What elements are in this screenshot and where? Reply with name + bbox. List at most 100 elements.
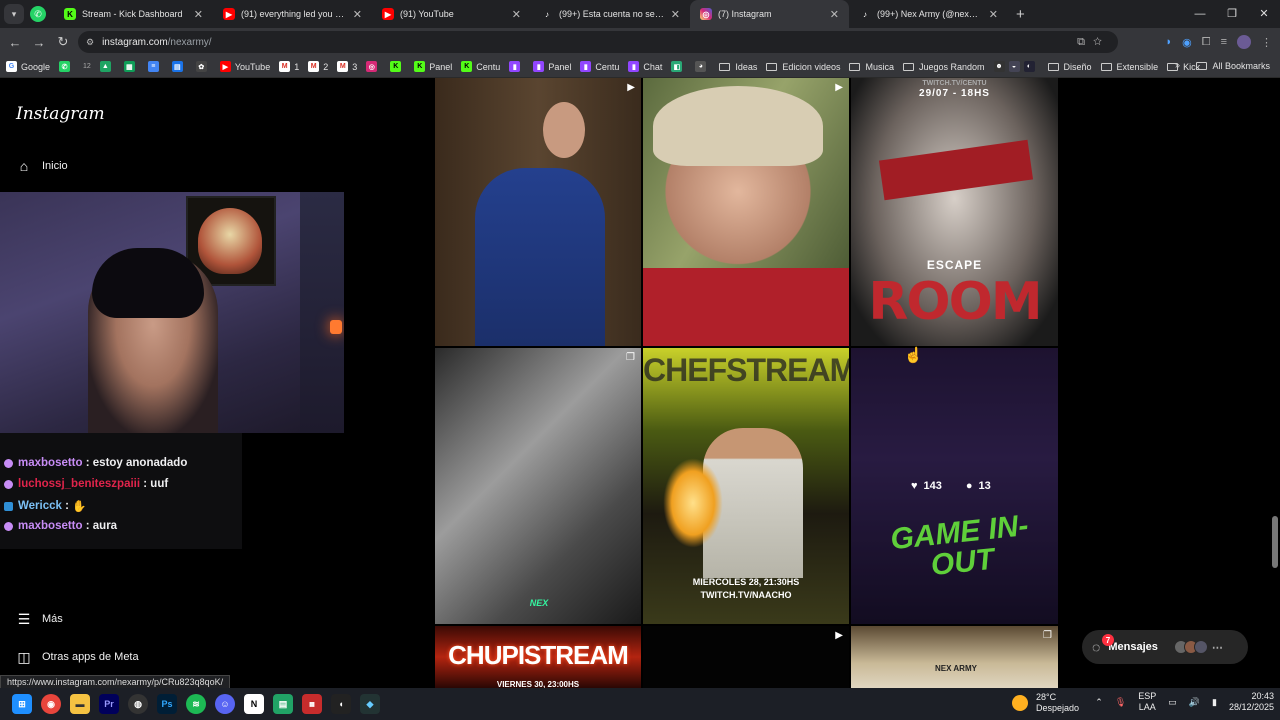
bookmark-whatsapp[interactable]: ✆: [59, 61, 74, 72]
chrome-icon[interactable]: ◉: [41, 694, 61, 714]
bookmark-docs[interactable]: ≡: [147, 61, 163, 72]
bookmark-panel-1[interactable]: K Panel: [414, 61, 452, 72]
bookmark-kick[interactable]: K: [390, 61, 405, 72]
menu-icon[interactable]: ⋮: [1261, 36, 1272, 49]
reload-icon[interactable]: ↻: [51, 34, 75, 50]
restore-icon[interactable]: ❐: [1216, 0, 1248, 28]
post-tile[interactable]: NEX ARMY ❐: [851, 626, 1058, 688]
app-icon[interactable]: ◆: [360, 694, 380, 714]
tab-youtube-video[interactable]: ▶ (91) everything led you here - Y✕: [213, 0, 372, 28]
scrollbar-thumb[interactable]: [1272, 516, 1278, 568]
bookmark-12[interactable]: 12: [83, 63, 91, 70]
spotify-icon[interactable]: ≋: [186, 694, 206, 714]
bookmark-instagram[interactable]: ◎: [366, 61, 381, 72]
tab-kick-dashboard[interactable]: K Stream - Kick Dashboard ✕: [54, 0, 213, 28]
close-icon[interactable]: ✕: [989, 8, 998, 21]
address-bar[interactable]: ⚙ instagram.com/nexarmy/ ⧉☆: [78, 31, 1118, 53]
weather-widget[interactable]: 28°C Despejado: [1012, 692, 1079, 714]
bookmark-google[interactable]: G Google: [6, 61, 50, 72]
close-icon[interactable]: ✕: [830, 8, 839, 21]
more-bookmarks-icon[interactable]: »: [1175, 60, 1180, 70]
obs-icon[interactable]: ◍: [128, 694, 148, 714]
post-tile[interactable]: ▶: [643, 78, 849, 346]
minimize-icon[interactable]: —: [1184, 0, 1216, 28]
home-icon: ⌂: [19, 158, 29, 174]
battery-icon[interactable]: ▮: [1212, 697, 1217, 708]
bookmark-drive[interactable]: ▲: [99, 61, 115, 72]
forward-icon[interactable]: →: [27, 35, 51, 50]
media-icon[interactable]: ≡: [1221, 36, 1227, 48]
discord-icon[interactable]: ☺: [215, 694, 235, 714]
all-bookmarks[interactable]: All Bookmarks: [1196, 61, 1270, 71]
tab-youtube[interactable]: ▶ (91) YouTube ✕: [372, 0, 531, 28]
bookmark-misc[interactable]: ☻ ◒ ◐: [993, 61, 1039, 72]
close-window-icon[interactable]: ✕: [1248, 0, 1280, 28]
premiere-icon[interactable]: Pr: [99, 694, 119, 714]
bookmark-gmail-3[interactable]: M3: [337, 61, 357, 72]
extension-icon[interactable]: ◗: [1166, 36, 1173, 48]
capcut-icon[interactable]: ◖: [331, 694, 351, 714]
file-explorer-icon[interactable]: ▬: [70, 694, 90, 714]
nav-inicio[interactable]: ⌂ Inicio: [16, 158, 68, 174]
messages-button[interactable]: ◌ 7 Mensajes ⋯: [1082, 630, 1248, 664]
bookmark-star-icon[interactable]: ⧉☆: [1077, 36, 1110, 49]
close-icon[interactable]: ✕: [353, 8, 362, 21]
instagram-logo[interactable]: Instagram: [16, 104, 105, 124]
scrollbar[interactable]: [1272, 80, 1278, 688]
photoshop-icon[interactable]: Ps: [157, 694, 177, 714]
bookmark-twitch[interactable]: ▮: [509, 61, 524, 72]
bookmark-openai[interactable]: ✿: [195, 61, 211, 72]
bookmark-app-2[interactable]: ◕: [695, 61, 710, 72]
notepad-icon[interactable]: ▤: [273, 694, 293, 714]
app-icon[interactable]: ▦: [302, 694, 322, 714]
bookmark-youtube[interactable]: ▶ YouTube: [219, 61, 270, 72]
post-tile[interactable]: ▶: [643, 626, 849, 688]
bookmark-diseno[interactable]: Diseño: [1047, 62, 1092, 72]
bookmark-sheets[interactable]: ▦: [123, 61, 139, 72]
tab-search-button[interactable]: ▾: [4, 4, 24, 24]
language-indicator[interactable]: ESP LAA: [1138, 691, 1156, 713]
notion-icon[interactable]: N: [244, 694, 264, 714]
bookmark-gmail-2[interactable]: M2: [308, 61, 328, 72]
microphone-icon[interactable]: 🎙: [1115, 697, 1126, 708]
tab-instagram[interactable]: ◎ (7) Instagram ✕: [690, 0, 849, 28]
bookmark-gmail-1[interactable]: M1: [279, 61, 299, 72]
close-icon[interactable]: ✕: [671, 8, 680, 21]
tab-tiktok-nexarmy[interactable]: ♪ (99+) Nex Army (@nexarmy.clip✕: [849, 0, 1008, 28]
bookmark-centu-2[interactable]: ▮ Centu: [580, 61, 619, 72]
bookmark-centu-1[interactable]: K Centu: [461, 61, 500, 72]
bookmark-extensible[interactable]: Extensible: [1100, 62, 1158, 72]
bookmark-chat[interactable]: ▮ Chat: [628, 61, 662, 72]
post-tile-hovered[interactable]: GAME IN-OUT ♥ 143 ● 13: [851, 348, 1058, 624]
nav-otras-apps[interactable]: ◫ Otras apps de Meta: [16, 649, 138, 665]
post-tile[interactable]: CHUPISTREAM VIERNES 30, 23:00HS: [435, 626, 641, 688]
network-icon[interactable]: ▭: [1168, 697, 1177, 708]
back-icon[interactable]: ←: [3, 35, 27, 50]
bookmark-musica[interactable]: Musica: [849, 62, 894, 72]
avatar[interactable]: [1237, 35, 1251, 49]
post-tile[interactable]: CHEFSTREAM MIERCOLES 28, 21:30HS TWITCH.…: [643, 348, 849, 624]
new-tab-button[interactable]: +: [1016, 6, 1025, 23]
site-info-icon[interactable]: ⚙: [86, 37, 94, 48]
chevron-up-icon[interactable]: ⌃: [1095, 697, 1103, 708]
bookmark-panel-2[interactable]: ▮ Panel: [533, 61, 571, 72]
clock[interactable]: 20:43 28/12/2025: [1229, 691, 1274, 713]
volume-icon[interactable]: 🔊: [1189, 697, 1200, 708]
whatsapp-pinned-tab[interactable]: ✆: [30, 6, 46, 22]
windows-start-icon[interactable]: ⊞: [12, 694, 32, 714]
extension-icon[interactable]: ◉: [1182, 36, 1192, 49]
bookmark-edicion[interactable]: Edicion videos: [766, 62, 840, 72]
post-tile[interactable]: NEX ❐: [435, 348, 641, 624]
close-icon[interactable]: ✕: [512, 8, 521, 21]
bookmark-kick-folder[interactable]: Kick: [1167, 62, 1200, 72]
post-tile[interactable]: TWITCH.TV/CENTU 29/07 - 18HS ESCAPE ROOM: [851, 78, 1058, 346]
post-tile[interactable]: ▶: [435, 78, 641, 346]
bookmark-juegos[interactable]: Juegos Random: [902, 62, 985, 72]
close-icon[interactable]: ✕: [194, 8, 203, 21]
tab-tiktok-account[interactable]: ♪ (99+) Esta cuenta no se encuentra✕: [531, 0, 690, 28]
bookmark-app-1[interactable]: ◧: [671, 61, 686, 72]
bookmark-ideas[interactable]: Ideas: [719, 62, 757, 72]
nav-mas[interactable]: ☰ Más: [16, 611, 63, 627]
bookmark-calendar[interactable]: ▤: [171, 61, 187, 72]
puzzle-icon[interactable]: ⧠: [1202, 36, 1211, 49]
